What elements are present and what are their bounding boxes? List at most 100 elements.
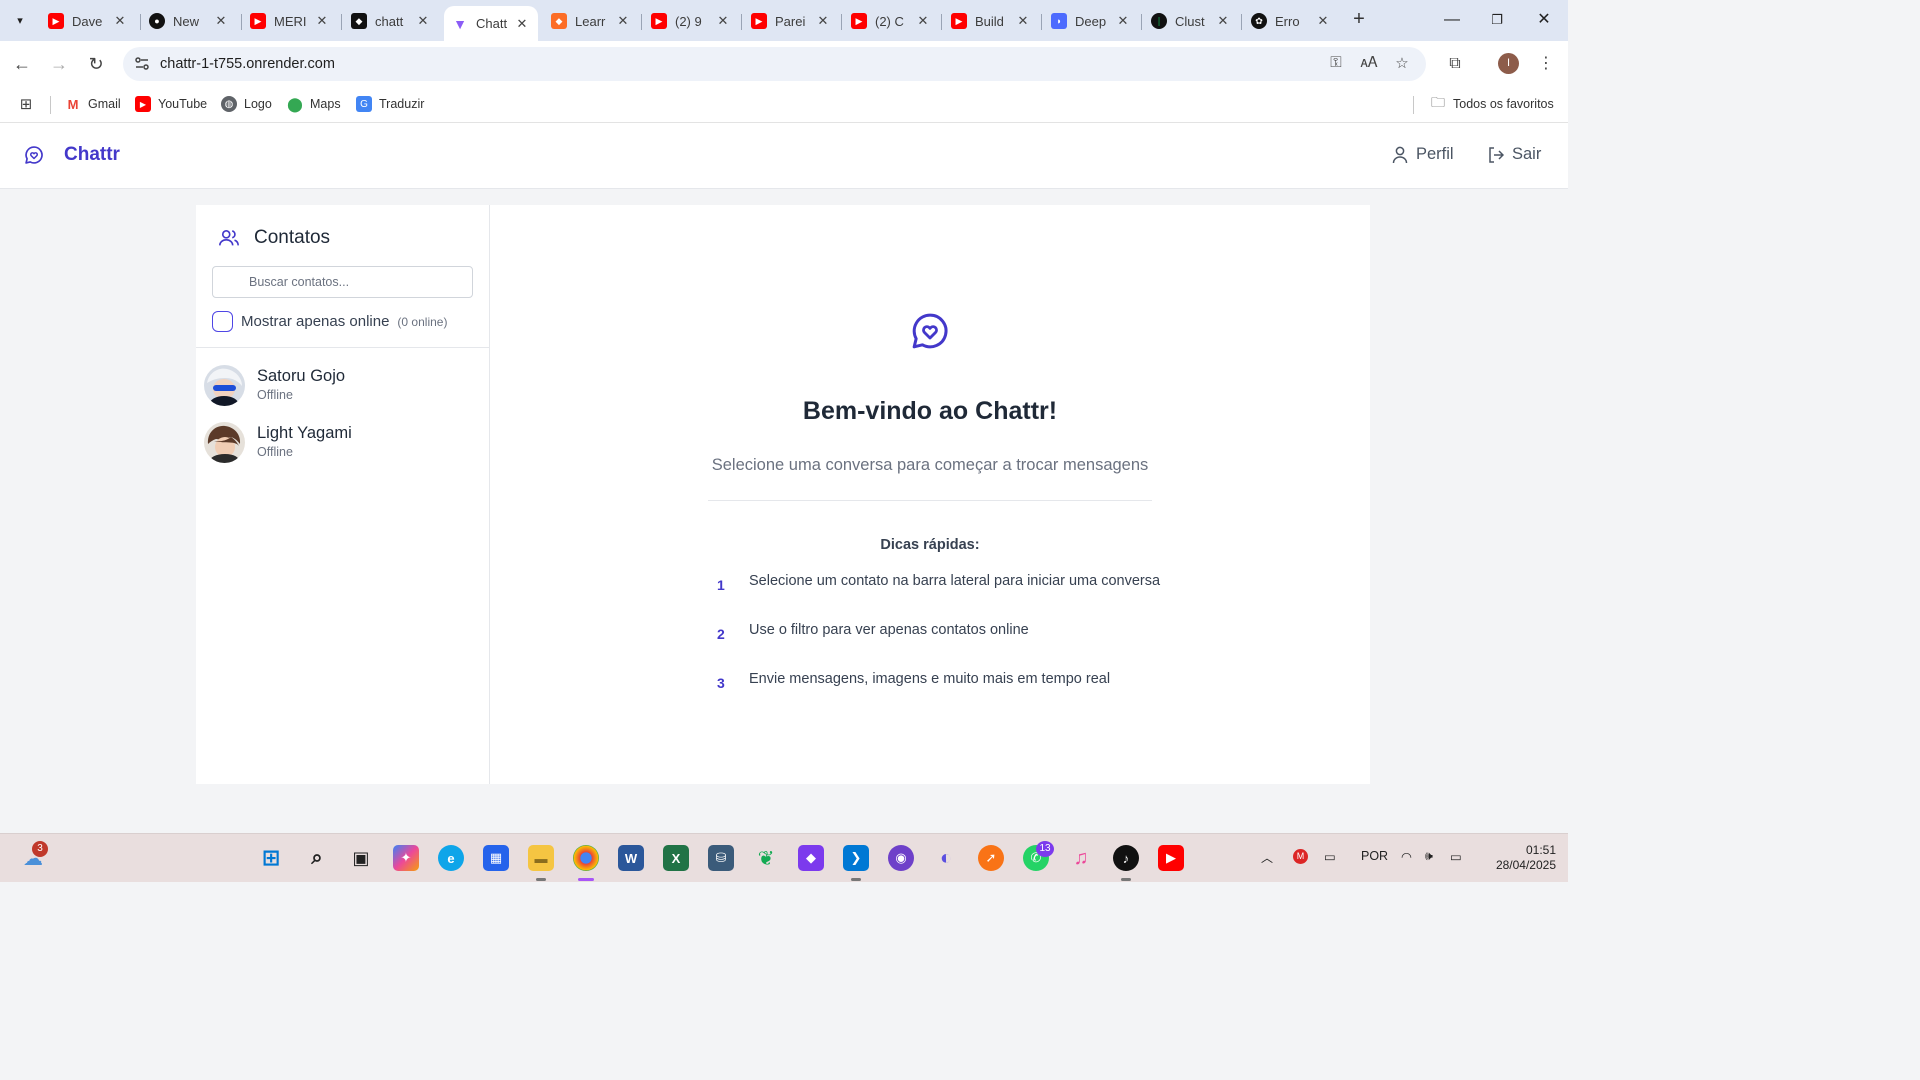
bookmark-translate[interactable]: G Traduzir xyxy=(356,94,424,114)
menu-kebab-icon[interactable]: ⋮ xyxy=(1534,52,1558,76)
store-icon[interactable]: ▦ xyxy=(483,845,509,871)
browser-tab[interactable]: ◆ chatt ✕ xyxy=(343,6,439,36)
system-clock[interactable]: 01:51 28/04/2025 xyxy=(1480,843,1556,873)
translate-icon[interactable]: 🗚 xyxy=(1359,54,1379,74)
reload-icon[interactable]: ↻ xyxy=(84,52,108,76)
brand-logo[interactable]: Chattr xyxy=(24,144,120,166)
contact-status: Offline xyxy=(257,445,293,459)
bookmark-logo[interactable]: ◍ Logo xyxy=(221,94,272,114)
itunes-icon[interactable]: ♫ xyxy=(1068,845,1094,871)
browser-tab[interactable]: ● New ✕ xyxy=(141,6,237,36)
mongodb-compass-icon[interactable]: ❦ xyxy=(753,845,779,871)
contact-item[interactable]: Light Yagami Offline xyxy=(196,415,489,471)
online-filter[interactable]: Mostrar apenas online (0 online) xyxy=(212,311,447,332)
online-only-checkbox[interactable] xyxy=(212,311,233,332)
bookmark-gmail[interactable]: M Gmail xyxy=(65,94,121,114)
minimize-icon[interactable]: — xyxy=(1440,8,1464,32)
word-icon[interactable]: W xyxy=(618,845,644,871)
logout-button[interactable]: Sair xyxy=(1488,145,1541,164)
address-bar[interactable]: chattr-1-t755.onrender.com ⚿ 🗚 ☆ xyxy=(123,47,1426,81)
welcome-subtitle: Selecione uma conversa para começar a tr… xyxy=(711,456,1149,474)
render-icon: ◆ xyxy=(351,13,367,29)
close-tab-icon[interactable]: ✕ xyxy=(514,16,530,32)
browser-tab[interactable]: ✿ Erro ✕ xyxy=(1243,6,1339,36)
restore-icon[interactable]: ❐ xyxy=(1485,8,1509,32)
window-close-icon[interactable]: ✕ xyxy=(1532,8,1556,32)
excel-icon[interactable]: X xyxy=(663,845,689,871)
tip-item: 2 Use o filtro para ver apenas contatos … xyxy=(717,622,1029,642)
browser-tab[interactable]: ▶ Parei ✕ xyxy=(743,6,839,36)
start-windows-icon[interactable]: ⊞ xyxy=(258,845,284,871)
close-tab-icon[interactable]: ✕ xyxy=(815,13,831,29)
browser-tab[interactable]: ▶ (2) 9 ✕ xyxy=(643,6,739,36)
browser-tab[interactable]: ▶ MERI ✕ xyxy=(242,6,338,36)
close-tab-icon[interactable]: ✕ xyxy=(1215,13,1231,29)
contact-item[interactable]: Satoru Gojo Offline xyxy=(196,358,489,414)
antivirus-icon[interactable]: M xyxy=(1293,849,1308,864)
profile-avatar[interactable]: I xyxy=(1498,53,1519,74)
profile-button[interactable]: Perfil xyxy=(1392,145,1454,164)
close-tab-icon[interactable]: ✕ xyxy=(112,13,128,29)
gitlab-icon: ◆ xyxy=(551,13,567,29)
online-count: (0 online) xyxy=(397,314,448,329)
site-info-icon[interactable] xyxy=(133,55,151,73)
close-tab-icon[interactable]: ✕ xyxy=(314,13,330,29)
extensions-icon[interactable]: ⧉ xyxy=(1443,52,1467,76)
browser-tab-active[interactable]: ▼ Chatt ✕ xyxy=(444,6,538,41)
browser-tab[interactable]: ❘ Clust ✕ xyxy=(1143,6,1239,36)
close-tab-icon[interactable]: ✕ xyxy=(715,13,731,29)
chrome-icon[interactable] xyxy=(573,845,599,871)
display-icon[interactable]: ▭ xyxy=(1324,849,1336,864)
app-header: Chattr Perfil Sair xyxy=(0,123,1568,189)
welcome-panel: Bem-vindo ao Chattr! Selecione uma conve… xyxy=(490,205,1370,784)
search-icon[interactable]: ⌕ xyxy=(304,845,330,871)
all-bookmarks-folder[interactable]: 🗀 Todos os favoritos xyxy=(1430,94,1554,114)
close-tab-icon[interactable]: ✕ xyxy=(213,13,229,29)
tiktok-icon[interactable]: ♪ xyxy=(1113,845,1139,871)
weather-badge: 3 xyxy=(32,841,48,857)
avatar xyxy=(204,422,245,463)
tab-search-chevron-icon[interactable]: ▾ xyxy=(8,8,32,32)
new-tab-icon[interactable]: + xyxy=(1349,9,1369,30)
browser-tab[interactable]: ▶ (2) C ✕ xyxy=(843,6,939,36)
language-indicator[interactable]: POR xyxy=(1361,849,1388,863)
browser-tab[interactable]: ◆ Learr ✕ xyxy=(543,6,639,36)
bookmark-maps[interactable]: ⬤ Maps xyxy=(287,94,340,114)
browser-tab[interactable]: ▶ Dave ✕ xyxy=(40,6,136,36)
battery-icon[interactable]: ▭ xyxy=(1450,849,1462,864)
bookmark-star-icon[interactable]: ☆ xyxy=(1392,54,1412,74)
bookmark-youtube[interactable]: ▶ YouTube xyxy=(135,94,207,114)
close-tab-icon[interactable]: ✕ xyxy=(1015,13,1031,29)
file-explorer-icon[interactable]: ▬ xyxy=(528,845,554,871)
search-contacts-input[interactable] xyxy=(212,266,473,298)
vscode-icon[interactable]: ❯ xyxy=(843,845,869,871)
browser-tab[interactable]: ◗ Deep ✕ xyxy=(1043,6,1139,36)
close-tab-icon[interactable]: ✕ xyxy=(915,13,931,29)
close-tab-icon[interactable]: ✕ xyxy=(415,13,431,29)
close-tab-icon[interactable]: ✕ xyxy=(615,13,631,29)
youtube-icon: ▶ xyxy=(951,13,967,29)
edge-icon[interactable]: e xyxy=(438,845,464,871)
youtube-icon[interactable]: ▶ xyxy=(1158,845,1184,871)
app-moon-icon[interactable]: ◐ xyxy=(933,845,959,871)
browser-toolbar: ← → ↻ chattr-1-t755.onrender.com ⚿ 🗚 ☆ ⧉… xyxy=(0,41,1568,87)
back-icon[interactable]: ← xyxy=(10,52,34,76)
wifi-icon[interactable]: ◠ xyxy=(1401,849,1412,864)
github-desktop-icon[interactable]: ◉ xyxy=(888,845,914,871)
task-view-icon[interactable]: ▣ xyxy=(348,845,374,871)
volume-icon[interactable]: 🕪 xyxy=(1425,849,1433,864)
forward-icon[interactable]: → xyxy=(47,52,71,76)
apps-grid-icon[interactable]: ⊞ xyxy=(18,94,41,114)
close-tab-icon[interactable]: ✕ xyxy=(1315,13,1331,29)
mysql-workbench-icon[interactable]: ⛁ xyxy=(708,845,734,871)
copilot-icon[interactable]: ✦ xyxy=(393,845,419,871)
browser-tab[interactable]: ▶ Build ✕ xyxy=(943,6,1039,36)
visual-studio-icon[interactable]: ◆ xyxy=(798,845,824,871)
close-tab-icon[interactable]: ✕ xyxy=(1115,13,1131,29)
clock-time: 01:51 xyxy=(1525,843,1556,857)
globe-icon: ◍ xyxy=(221,96,237,112)
password-key-icon[interactable]: ⚿ xyxy=(1326,54,1346,74)
tip-item: 3 Envie mensagens, imagens e muito mais … xyxy=(717,671,1110,691)
tray-chevron-icon[interactable]: ︿ xyxy=(1261,849,1273,866)
postman-icon[interactable]: ➚ xyxy=(978,845,1004,871)
